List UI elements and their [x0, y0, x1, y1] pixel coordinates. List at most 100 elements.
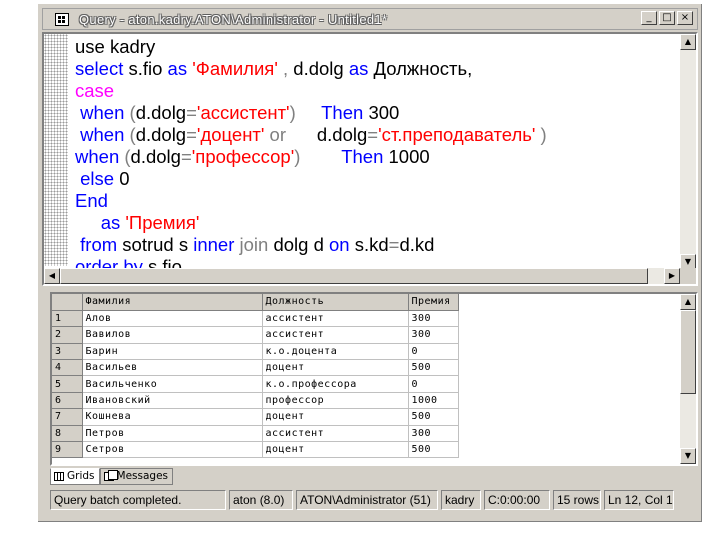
code-line[interactable]: else 0 [75, 168, 547, 190]
code-token: s.fio [128, 58, 168, 79]
code-token: = [180, 146, 192, 167]
code-token: 'Премия' [125, 212, 200, 233]
table-row[interactable]: 9 Сетров доцент 500 [52, 441, 459, 459]
code-token: d.kd [399, 234, 435, 255]
results-scroll-up-arrow-icon[interactable]: ▲ [680, 294, 696, 310]
cell-fio[interactable]: Васильев [82, 359, 263, 377]
results-grid: Фамилия Должность Премия 1 Алов ассистент 3… [52, 294, 459, 459]
code-line[interactable]: End [75, 190, 547, 212]
cell-dolg[interactable]: профессор [262, 392, 409, 410]
cell-premia[interactable]: 1000 [408, 392, 459, 410]
title-bar[interactable]: Query - aton.kadry.ATON\Administrator - … [42, 8, 698, 30]
code-line[interactable]: as 'Премия' [75, 212, 547, 234]
row-number[interactable]: 8 [52, 425, 83, 443]
column-header-premia[interactable]: Премия [408, 294, 459, 311]
row-number[interactable]: 5 [52, 375, 83, 393]
code-token: inner [193, 234, 240, 255]
row-number[interactable]: 2 [52, 326, 83, 344]
code-token: 'профессор' [191, 146, 295, 167]
code-token: d.dolg [135, 124, 187, 145]
cell-premia[interactable]: 300 [408, 310, 459, 328]
results-grid-pane[interactable]: Фамилия Должность Премия 1 Алов ассистент 3… [50, 292, 698, 466]
maximize-button[interactable]: □ [659, 11, 675, 25]
cell-fio[interactable]: Петров [82, 425, 263, 443]
table-row[interactable]: 7 Кошнева доцент 500 [52, 408, 459, 426]
table-row[interactable]: 8 Петров ассистент 300 [52, 425, 459, 443]
code-line[interactable]: when (d.dolg='профессор') Then 1000 [75, 146, 547, 168]
results-vertical-scrollbar[interactable]: ▲ ▼ [680, 294, 696, 464]
code-line[interactable]: use kadry [75, 36, 547, 58]
row-number[interactable]: 3 [52, 343, 83, 361]
editor-vertical-scrollbar[interactable]: ▲ ▼ [680, 34, 696, 270]
results-scroll-down-arrow-icon[interactable]: ▼ [680, 448, 696, 464]
code-line[interactable]: case [75, 80, 547, 102]
code-line[interactable]: when (d.dolg='ассистент') Then 300 [75, 102, 547, 124]
cell-premia[interactable]: 0 [408, 343, 459, 361]
code-line[interactable]: when (d.dolg='доцент' or d.dolg='ст.преп… [75, 124, 547, 146]
window-menu-icon[interactable] [55, 13, 69, 26]
code-token: when [75, 146, 125, 167]
code-token: use kadry [75, 36, 156, 57]
cell-dolg[interactable]: доцент [262, 441, 409, 459]
code-token: d.dolg [316, 124, 368, 145]
cell-premia[interactable]: 0 [408, 375, 459, 393]
code-token: = [367, 124, 379, 145]
scroll-up-arrow-icon[interactable]: ▲ [680, 34, 696, 50]
row-number[interactable]: 9 [52, 441, 83, 459]
row-number[interactable]: 7 [52, 408, 83, 426]
table-row[interactable]: 2 Вавилов ассистент 300 [52, 326, 459, 344]
cell-dolg[interactable]: к.о.доцента [262, 343, 409, 361]
editor-horizontal-scrollbar[interactable]: ◀ ▶ [44, 268, 680, 284]
cell-fio[interactable]: Алов [82, 310, 263, 328]
cell-dolg[interactable]: ассистент [262, 326, 409, 344]
tab-messages[interactable]: Messages [99, 468, 174, 485]
sql-editor[interactable]: use kadry select s.fio as 'Фамилия' , d.d… [42, 32, 698, 286]
column-header-dolg[interactable]: Должность [262, 294, 409, 311]
cell-premia[interactable]: 500 [408, 359, 459, 377]
cell-premia[interactable]: 500 [408, 441, 459, 459]
cell-dolg[interactable]: к.о.профессора [262, 375, 409, 393]
cell-fio[interactable]: Кошнева [82, 408, 263, 426]
cell-fio[interactable]: Ивановский [82, 392, 263, 410]
cell-premia[interactable]: 300 [408, 326, 459, 344]
scroll-left-arrow-icon[interactable]: ◀ [44, 268, 60, 284]
row-header-corner[interactable] [52, 294, 83, 311]
cell-fio[interactable]: Вавилов [82, 326, 263, 344]
code-token: = [186, 102, 197, 123]
code-token: Then [341, 146, 389, 167]
tab-grids[interactable]: Grids [50, 468, 100, 485]
row-number[interactable]: 1 [52, 310, 83, 328]
grid-icon [54, 472, 64, 481]
status-time-value: 0:00:00 [500, 493, 541, 507]
table-row[interactable]: 1 Алов ассистент 300 [52, 310, 459, 328]
minimize-button[interactable]: _ [641, 11, 657, 25]
row-number[interactable]: 6 [52, 392, 83, 410]
cell-dolg[interactable]: доцент [262, 408, 409, 426]
cell-premia[interactable]: 300 [408, 425, 459, 443]
code-token: sotrud s [122, 234, 194, 255]
table-row[interactable]: 5 Васильченко к.о.профессора 0 [52, 375, 459, 393]
code-token: = [388, 234, 400, 255]
code-token: join [239, 234, 274, 255]
cell-premia[interactable]: 500 [408, 408, 459, 426]
cell-dolg[interactable]: ассистент [262, 310, 409, 328]
results-scroll-thumb[interactable] [680, 310, 696, 394]
scroll-right-arrow-icon[interactable]: ▶ [664, 268, 680, 284]
code-token: when [75, 102, 130, 123]
table-row[interactable]: 3 Барин к.о.доцента 0 [52, 343, 459, 361]
row-number[interactable]: 4 [52, 359, 83, 377]
code-line[interactable]: select s.fio as 'Фамилия' , d.dolg as До… [75, 58, 547, 80]
column-header-fio[interactable]: Фамилия [82, 294, 263, 311]
cell-dolg[interactable]: ассистент [262, 425, 409, 443]
close-button[interactable]: × [677, 11, 693, 25]
cell-fio[interactable]: Барин [82, 343, 263, 361]
cell-fio[interactable]: Васильченко [82, 375, 263, 393]
status-bar: Query batch completed. aton (8.0) ATON\A… [50, 490, 698, 512]
code-line[interactable]: from sotrud s inner join dolg d on s.kd=… [75, 234, 547, 256]
cell-dolg[interactable]: доцент [262, 359, 409, 377]
table-row[interactable]: 4 Васильев доцент 500 [52, 359, 459, 377]
horizontal-scroll-thumb[interactable] [60, 268, 648, 284]
sql-code[interactable]: use kadry select s.fio as 'Фамилия' , d.d… [75, 36, 547, 278]
cell-fio[interactable]: Сетров [82, 441, 263, 459]
table-row[interactable]: 6 Ивановский профессор 1000 [52, 392, 459, 410]
